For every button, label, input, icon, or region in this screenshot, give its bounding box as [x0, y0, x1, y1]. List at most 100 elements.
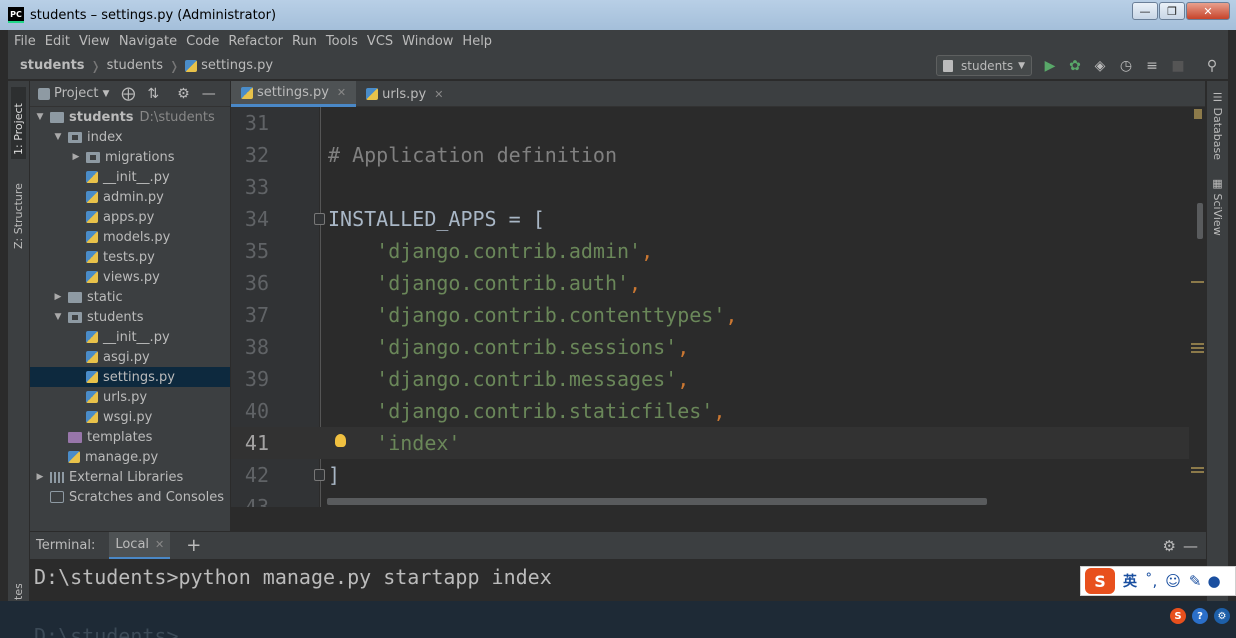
code-line[interactable]: 41 'index': [231, 427, 1205, 459]
menu-navigate[interactable]: Navigate: [119, 34, 177, 49]
add-terminal-icon[interactable]: +: [186, 535, 201, 556]
settings-tray-icon[interactable]: ⚙: [1214, 608, 1230, 624]
close-icon[interactable]: ✕: [1186, 2, 1230, 20]
tree-item-index[interactable]: ▼ index: [30, 127, 230, 147]
code-line[interactable]: 35 'django.contrib.admin',: [231, 235, 1205, 267]
stripe-mark[interactable]: [1191, 351, 1204, 353]
structure-tool-tab[interactable]: Z: Structure: [11, 173, 26, 253]
minimize-icon[interactable]: —: [1132, 2, 1158, 20]
gear-icon[interactable]: ⚙: [177, 86, 190, 102]
horizontal-scrollbar[interactable]: [327, 498, 987, 505]
concurrency-icon[interactable]: ≡: [1144, 58, 1160, 74]
tree-item-external-libraries[interactable]: ▶ External Libraries: [30, 467, 230, 487]
stripe-mark[interactable]: [1191, 471, 1204, 473]
collapse-all-icon[interactable]: ⇅: [147, 86, 159, 102]
chevron-right-icon[interactable]: ▶: [52, 292, 64, 302]
tree-item-manage-py[interactable]: manage.py: [30, 447, 230, 467]
debug-icon[interactable]: ✿: [1067, 58, 1083, 74]
fold-marker-icon[interactable]: [314, 469, 325, 481]
menu-tools[interactable]: Tools: [326, 34, 358, 49]
terminal-body[interactable]: D:\students>python manage.py startapp in…: [30, 559, 1206, 601]
menu-window[interactable]: Window: [402, 34, 453, 49]
hide-icon[interactable]: —: [1183, 537, 1198, 555]
pen-icon[interactable]: ✎: [1189, 572, 1202, 590]
tree-item-static[interactable]: ▶ static: [30, 287, 230, 307]
stripe-mark[interactable]: [1191, 281, 1204, 283]
chevron-right-icon[interactable]: ▶: [34, 472, 46, 482]
code-line[interactable]: 38 'django.contrib.sessions',: [231, 331, 1205, 363]
sogou-tray-icon[interactable]: S: [1170, 608, 1186, 624]
breadcrumb-folder[interactable]: students: [107, 58, 163, 73]
code-line[interactable]: 32 # Application definition: [231, 139, 1205, 171]
sciview-tool-tab[interactable]: ▦ SciView: [1211, 177, 1224, 236]
code-line[interactable]: 37 'django.contrib.contenttypes',: [231, 299, 1205, 331]
breadcrumb-file[interactable]: settings.py: [201, 58, 273, 73]
tree-item-wsgi-py[interactable]: wsgi.py: [30, 407, 230, 427]
tab-settings[interactable]: settings.py ✕: [231, 81, 357, 107]
project-tool-tab[interactable]: 1: Project: [11, 87, 26, 159]
stripe-mark[interactable]: [1191, 347, 1204, 349]
stripe-mark[interactable]: [1191, 467, 1204, 469]
close-tab-icon[interactable]: ✕: [434, 88, 443, 101]
restore-icon[interactable]: ❐: [1159, 2, 1185, 20]
tree-item-scratches-and-consoles[interactable]: Scratches and Consoles: [30, 487, 230, 507]
code-line[interactable]: 40 'django.contrib.staticfiles',: [231, 395, 1205, 427]
bottom-tool-tab-fragment[interactable]: tes: [12, 584, 25, 600]
close-tab-icon[interactable]: ✕: [155, 538, 164, 551]
terminal-tab-local[interactable]: Local ✕: [109, 531, 171, 560]
ime-toolbar[interactable]: S 英 ˚, ☺ ✎ ●: [1080, 566, 1236, 596]
code-line[interactable]: 34 INSTALLED_APPS = [: [231, 203, 1205, 235]
help-tray-icon[interactable]: ?: [1192, 608, 1208, 624]
search-icon[interactable]: ⚲: [1204, 58, 1220, 74]
code-line[interactable]: 39 'django.contrib.messages',: [231, 363, 1205, 395]
breadcrumb-project[interactable]: students: [20, 58, 85, 73]
code-line[interactable]: 36 'django.contrib.auth',: [231, 267, 1205, 299]
code-line[interactable]: 31: [231, 107, 1205, 139]
code-editor[interactable]: 31 32 # Application definition 33 34 INSTALLE…: [231, 107, 1205, 507]
profile-icon[interactable]: ◷: [1118, 58, 1134, 74]
locate-icon[interactable]: ⨁: [121, 86, 135, 102]
tree-item-templates[interactable]: templates: [30, 427, 230, 447]
chevron-down-icon[interactable]: ▼: [34, 112, 46, 122]
tree-item--init-py[interactable]: __init__.py: [30, 167, 230, 187]
tree-item-settings-py[interactable]: settings.py: [30, 367, 230, 387]
fold-marker-icon[interactable]: [314, 213, 325, 225]
tab-urls[interactable]: urls.py ✕: [356, 81, 453, 107]
menu-edit[interactable]: Edit: [45, 34, 70, 49]
vertical-scrollbar[interactable]: [1197, 203, 1203, 239]
stripe-mark[interactable]: [1191, 343, 1204, 345]
chevron-down-icon[interactable]: ▼: [102, 89, 109, 99]
menu-view[interactable]: View: [79, 34, 110, 49]
run-icon[interactable]: ▶: [1042, 58, 1058, 74]
tree-item-urls-py[interactable]: urls.py: [30, 387, 230, 407]
microphone-icon[interactable]: ●: [1208, 572, 1221, 590]
ime-punctuation-label[interactable]: ˚,: [1145, 572, 1157, 590]
tree-item-students[interactable]: ▼ students: [30, 307, 230, 327]
tree-item-apps-py[interactable]: apps.py: [30, 207, 230, 227]
tree-item-models-py[interactable]: models.py: [30, 227, 230, 247]
code-line[interactable]: 33: [231, 171, 1205, 203]
close-tab-icon[interactable]: ✕: [337, 86, 346, 99]
chevron-right-icon[interactable]: ▶: [70, 152, 82, 162]
sogou-logo-icon[interactable]: S: [1085, 568, 1115, 594]
coverage-icon[interactable]: ◈: [1092, 58, 1108, 74]
menu-code[interactable]: Code: [186, 34, 219, 49]
menu-vcs[interactable]: VCS: [367, 34, 393, 49]
tree-item-students[interactable]: ▼ students D:\students: [30, 107, 230, 127]
menu-run[interactable]: Run: [292, 34, 317, 49]
hide-icon[interactable]: —: [202, 86, 216, 102]
database-tool-tab[interactable]: ☰ Database: [1211, 91, 1224, 160]
menu-refactor[interactable]: Refactor: [228, 34, 283, 49]
tree-item-views-py[interactable]: views.py: [30, 267, 230, 287]
error-stripe[interactable]: [1189, 107, 1205, 507]
chevron-down-icon[interactable]: ▼: [52, 312, 64, 322]
ime-mode-label[interactable]: 英: [1123, 571, 1137, 591]
tree-item-tests-py[interactable]: tests.py: [30, 247, 230, 267]
inspection-status-icon[interactable]: [1194, 109, 1202, 119]
menu-file[interactable]: File: [14, 34, 36, 49]
tree-item-asgi-py[interactable]: asgi.py: [30, 347, 230, 367]
tree-item--init-py[interactable]: __init__.py: [30, 327, 230, 347]
chevron-down-icon[interactable]: ▼: [52, 132, 64, 142]
tree-item-admin-py[interactable]: admin.py: [30, 187, 230, 207]
tree-item-migrations[interactable]: ▶ migrations: [30, 147, 230, 167]
